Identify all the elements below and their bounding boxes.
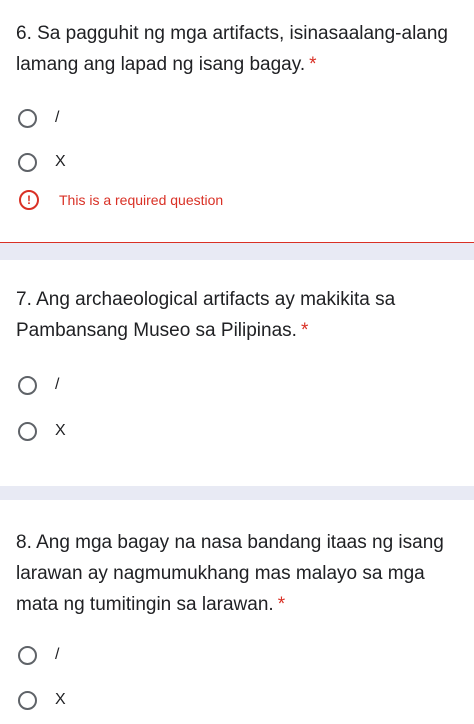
question-text: 6. Sa pagguhit ng mga artifacts, isinasa… <box>16 23 448 75</box>
radio-option-6-x[interactable]: X <box>18 152 66 172</box>
option-label: X <box>55 153 66 170</box>
required-asterisk: * <box>309 54 317 75</box>
section-divider <box>0 486 474 500</box>
radio-button[interactable] <box>18 108 37 128</box>
radio-option-6-check[interactable]: / <box>18 108 59 128</box>
option-label: X <box>55 691 66 708</box>
radio-button[interactable] <box>18 375 37 395</box>
error-icon: ! <box>19 190 39 210</box>
required-asterisk: * <box>300 320 309 341</box>
option-label: / <box>55 376 60 393</box>
radio-option-7-x[interactable]: X <box>18 421 66 441</box>
option-label: X <box>55 422 66 439</box>
question-title-6: 6. Sa pagguhit ng mga artifacts, isinasa… <box>16 18 466 80</box>
radio-option-8-check[interactable]: / <box>18 645 59 665</box>
required-asterisk: * <box>277 594 286 615</box>
radio-button[interactable] <box>18 421 37 441</box>
error-message: This is a required question <box>59 192 224 208</box>
radio-option-8-x[interactable]: X <box>18 690 66 710</box>
radio-button[interactable] <box>18 152 37 172</box>
radio-button[interactable] <box>18 645 37 665</box>
question-title-8: 8. Ang mga bagay na nasa bandang itaas n… <box>16 527 466 620</box>
radio-button[interactable] <box>18 690 37 710</box>
required-error: ! This is a required question <box>19 190 223 210</box>
question-title-7: 7. Ang archaeological artifacts ay makik… <box>16 284 466 346</box>
option-label: / <box>55 109 60 126</box>
question-text: 8. Ang mga bagay na nasa bandang itaas n… <box>16 532 444 615</box>
radio-option-7-check[interactable]: / <box>18 375 59 395</box>
question-text: 7. Ang archaeological artifacts ay makik… <box>16 289 396 341</box>
option-label: / <box>55 646 60 663</box>
section-divider <box>0 243 474 260</box>
